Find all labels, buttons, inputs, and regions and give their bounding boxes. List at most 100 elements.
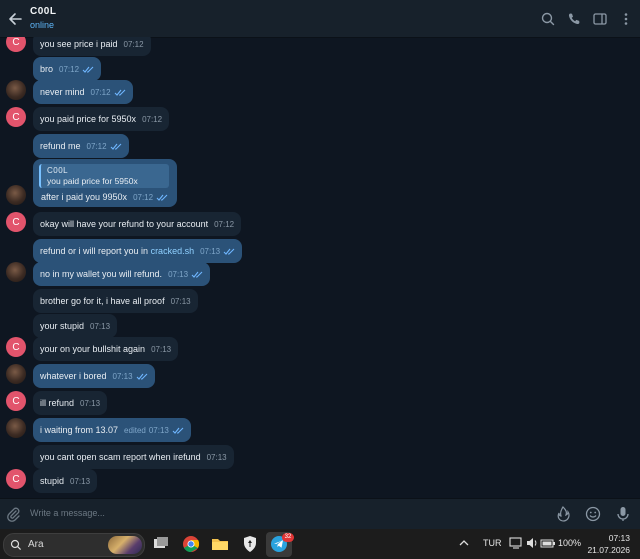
- read-check-icon: [156, 194, 168, 201]
- message-bubble[interactable]: ill refund 07:13: [33, 391, 108, 415]
- microphone-icon[interactable]: [614, 505, 632, 528]
- message-bubble[interactable]: refund or i will report you in cracked.s…: [33, 239, 243, 263]
- message-bubble[interactable]: i waiting from 13.07 edited 07:13: [33, 418, 191, 442]
- reply-bubble[interactable]: C00L you paid price for 5950x after i pa…: [33, 159, 177, 207]
- message-row: C stupid 07:13: [0, 469, 640, 493]
- message-bubble[interactable]: whatever i bored 07:13: [33, 364, 155, 388]
- message-bubble[interactable]: your on your bullshit again 07:13: [33, 337, 179, 361]
- taskbar-search[interactable]: Ara: [3, 533, 145, 557]
- shield-icon[interactable]: [240, 534, 260, 554]
- avatar[interactable]: C: [6, 391, 26, 411]
- message-row: C okay will have your refund to your acc…: [0, 212, 640, 236]
- avatar[interactable]: C: [6, 107, 26, 127]
- avatar[interactable]: [6, 418, 26, 438]
- avatar[interactable]: [6, 185, 26, 205]
- read-check-icon: [136, 373, 147, 380]
- message-row: C you see price i paid 07:12: [0, 37, 640, 56]
- message-link[interactable]: cracked.sh: [151, 246, 195, 256]
- read-check-icon: [110, 143, 121, 150]
- message-row: whatever i bored 07:13: [0, 364, 640, 388]
- message-time: 07:13: [168, 270, 189, 279]
- read-check-icon: [223, 248, 235, 255]
- message-text: your on your bullshit again: [40, 344, 146, 354]
- message-bubble[interactable]: refund me 07:12: [33, 134, 129, 158]
- os-taskbar: Ara 32 TUR 100% 07:13 21.07.2026: [0, 529, 640, 559]
- system-clock[interactable]: 07:13 21.07.2026: [587, 532, 630, 556]
- message-bubble[interactable]: you cant open scam report when irefund 07…: [33, 445, 234, 469]
- chat-header: C00L online: [0, 0, 640, 38]
- message-text: you cant open scam report when irefund: [40, 452, 201, 462]
- file-explorer-icon[interactable]: [210, 534, 230, 554]
- message-bubble[interactable]: okay will have your refund to your accou…: [33, 212, 242, 236]
- message-text: stupid: [40, 476, 65, 486]
- message-bubble[interactable]: stupid 07:13: [33, 469, 98, 493]
- message-time: 07:13: [206, 453, 227, 462]
- avatar[interactable]: C: [6, 212, 26, 232]
- avatar[interactable]: C: [6, 37, 26, 52]
- avatar[interactable]: [6, 80, 26, 100]
- task-view-icon[interactable]: [151, 534, 171, 554]
- header-actions: [540, 11, 634, 27]
- battery-icon[interactable]: [540, 536, 560, 556]
- message-row: your stupid 07:13: [0, 314, 640, 338]
- avatar[interactable]: C: [6, 469, 26, 489]
- search-highlight-image: [108, 536, 142, 554]
- clock-date: 21.07.2026: [587, 545, 630, 555]
- back-arrow-icon[interactable]: [6, 9, 26, 29]
- chrome-icon[interactable]: [181, 534, 201, 554]
- chat-title[interactable]: C00L: [30, 6, 56, 17]
- quoted-message[interactable]: C00L you paid price for 5950x: [39, 164, 169, 188]
- message-row: i waiting from 13.07 edited 07:13: [0, 418, 640, 442]
- quoted-author: C00L: [47, 166, 69, 175]
- message-bubble[interactable]: your stupid 07:13: [33, 314, 118, 338]
- bot-commands-icon[interactable]: [554, 505, 572, 528]
- chevron-up-icon[interactable]: [458, 536, 478, 556]
- message-composer: Write a message...: [0, 498, 640, 529]
- message-time: 07:12: [123, 40, 144, 49]
- message-row: bro 07:12: [0, 57, 640, 81]
- more-icon[interactable]: [618, 11, 634, 27]
- edited-label: edited: [124, 426, 146, 435]
- message-body: after i paid you 9950x 07:12: [41, 192, 168, 202]
- message-text: refund or i will report you in: [40, 246, 151, 256]
- message-time: 07:12: [133, 193, 154, 202]
- message-row: brother go for it, i have all proof 07:13: [0, 289, 640, 313]
- message-bubble[interactable]: you paid price for 5950x 07:12: [33, 107, 170, 131]
- message-text: never mind: [40, 87, 85, 97]
- read-check-icon: [191, 271, 203, 278]
- quoted-text: you paid price for 5950x: [47, 176, 138, 186]
- avatar[interactable]: C: [6, 337, 26, 357]
- message-time: 07:13: [80, 399, 101, 408]
- sidebar-icon[interactable]: [592, 11, 608, 27]
- message-text: you paid price for 5950x: [40, 114, 137, 124]
- message-time: 07:12: [142, 115, 163, 124]
- message-bubble[interactable]: you see price i paid 07:12: [33, 37, 151, 56]
- read-check-icon: [172, 427, 184, 434]
- message-bubble[interactable]: brother go for it, i have all proof 07:13: [33, 289, 198, 313]
- message-text: whatever i bored: [40, 371, 107, 381]
- message-bubble[interactable]: no in my wallet you will refund. 07:13: [33, 262, 211, 286]
- message-bubble[interactable]: never mind 07:12: [33, 80, 133, 104]
- message-time: 07:13: [70, 477, 91, 486]
- message-list[interactable]: C you see price i paid 07:12 bro 07:12 nev…: [0, 37, 640, 498]
- message-text: okay will have your refund to your accou…: [40, 219, 209, 229]
- avatar[interactable]: [6, 364, 26, 384]
- message-row: C you paid price for 5950x 07:12: [0, 107, 640, 131]
- language-indicator[interactable]: TUR: [483, 538, 502, 548]
- message-input[interactable]: Write a message...: [30, 508, 105, 518]
- message-bubble[interactable]: bro 07:12: [33, 57, 102, 81]
- message-time: 07:13: [200, 247, 221, 256]
- message-row: refund or i will report you in cracked.s…: [0, 239, 640, 263]
- message-text: no in my wallet you will refund.: [40, 269, 163, 279]
- message-time: 07:13: [112, 372, 133, 381]
- emoji-icon[interactable]: [584, 505, 602, 528]
- message-row: no in my wallet you will refund. 07:13: [0, 262, 640, 286]
- avatar[interactable]: [6, 262, 26, 282]
- search-icon[interactable]: [540, 11, 556, 27]
- message-text: brother go for it, i have all proof: [40, 296, 165, 306]
- clock-time: 07:13: [608, 533, 630, 543]
- search-label: Ara: [28, 539, 44, 550]
- paperclip-icon[interactable]: [5, 506, 21, 527]
- message-row: C00L you paid price for 5950x after i pa…: [0, 159, 640, 207]
- phone-icon[interactable]: [566, 11, 582, 27]
